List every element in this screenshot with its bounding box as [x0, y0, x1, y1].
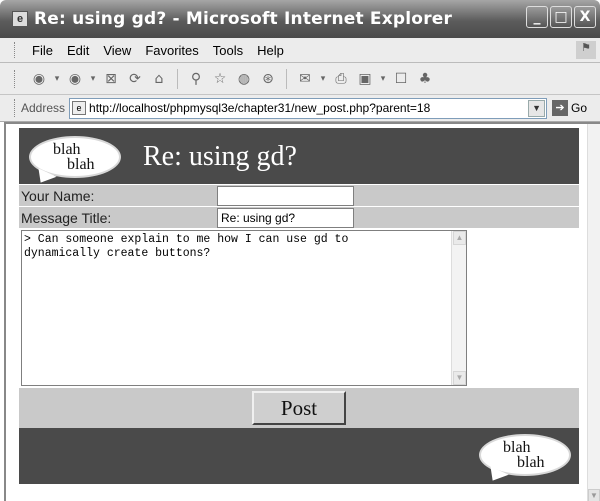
- menu-edit[interactable]: Edit: [60, 43, 96, 58]
- address-bar: Address e http://localhost/phpmysql3e/ch…: [0, 95, 600, 122]
- message-textarea[interactable]: [21, 230, 467, 386]
- address-url[interactable]: http://localhost/phpmysql3e/chapter31/ne…: [89, 101, 430, 115]
- chevron-down-icon[interactable]: ▼: [528, 99, 546, 117]
- address-label: Address: [21, 101, 66, 115]
- page-title: Re: using gd?: [143, 141, 297, 172]
- go-label: Go: [571, 101, 588, 115]
- menu-tools[interactable]: Tools: [206, 43, 250, 58]
- message-area: ▲ ▼: [19, 228, 579, 388]
- media-icon[interactable]: ◍: [232, 71, 256, 87]
- textarea-scrollbar[interactable]: ▲ ▼: [451, 231, 466, 385]
- scroll-down-icon[interactable]: ▼: [453, 371, 466, 385]
- discuss-icon[interactable]: ☐: [389, 71, 413, 87]
- address-field[interactable]: e http://localhost/phpmysql3e/chapter31/…: [69, 97, 548, 119]
- menu-bar: File Edit View Favorites Tools Help ⚑: [0, 38, 600, 63]
- message-side-space: [469, 228, 579, 388]
- windows-flag-icon: ⚑: [576, 41, 596, 59]
- window-titlebar: e Re: using gd? - Microsoft Internet Exp…: [0, 0, 600, 38]
- back-icon[interactable]: ◉: [27, 71, 51, 87]
- window-title: Re: using gd? - Microsoft Internet Explo…: [34, 9, 453, 29]
- window-controls: _ □ X: [526, 6, 596, 28]
- stop-icon[interactable]: ⊠: [99, 71, 123, 87]
- go-button[interactable]: ➔ Go: [552, 100, 587, 116]
- minimize-button[interactable]: _: [526, 6, 548, 28]
- edit-dropdown-icon[interactable]: ▾: [377, 74, 389, 84]
- post-button[interactable]: Post: [252, 391, 346, 425]
- history-icon[interactable]: ⊛: [256, 71, 280, 87]
- name-input[interactable]: [217, 185, 354, 206]
- edit-icon[interactable]: ▣: [353, 71, 377, 87]
- blah-logo: blah blah: [29, 136, 121, 188]
- page-footer: blah blah: [19, 428, 579, 486]
- web-page: blah blah Re: using gd? Your Name: Messa…: [19, 128, 579, 486]
- speech-tail: [485, 466, 509, 486]
- toolbar-separator: [286, 68, 287, 89]
- scroll-down-icon[interactable]: ▼: [588, 489, 600, 501]
- scroll-up-icon[interactable]: ▲: [453, 231, 466, 245]
- mail-icon[interactable]: ✉: [293, 71, 317, 87]
- page-scrollbar[interactable]: ▼: [587, 124, 600, 501]
- forward-dropdown-icon[interactable]: ▾: [87, 74, 99, 84]
- home-icon[interactable]: ⌂: [147, 71, 171, 87]
- name-label: Your Name:: [21, 187, 95, 204]
- go-arrow-icon: ➔: [552, 100, 569, 116]
- title-row: Message Title:: [19, 207, 579, 228]
- page-icon: e: [72, 101, 87, 115]
- page-header: blah blah Re: using gd?: [19, 128, 579, 188]
- name-row: Your Name:: [19, 185, 579, 206]
- ie-page-icon: e: [12, 11, 28, 27]
- title-label: Message Title:: [21, 209, 112, 226]
- blah-logo-footer: blah blah: [479, 434, 571, 486]
- back-dropdown-icon[interactable]: ▾: [51, 74, 63, 84]
- toolbar-grip: [14, 69, 17, 88]
- logo-line-2: blah: [67, 156, 95, 173]
- menu-file[interactable]: File: [25, 43, 60, 58]
- title-input[interactable]: [217, 207, 354, 228]
- post-row: Post: [19, 388, 579, 428]
- browser-viewport: blah blah Re: using gd? Your Name: Messa…: [4, 122, 600, 501]
- menu-favorites[interactable]: Favorites: [138, 43, 205, 58]
- forward-icon[interactable]: ◉: [63, 71, 87, 87]
- footer-logo-line-2: blah: [517, 454, 545, 471]
- menu-view[interactable]: View: [96, 43, 138, 58]
- menu-help[interactable]: Help: [250, 43, 291, 58]
- mail-dropdown-icon[interactable]: ▾: [317, 74, 329, 84]
- refresh-icon[interactable]: ⟳: [123, 71, 147, 87]
- messenger-icon[interactable]: ♣: [413, 71, 437, 87]
- close-button[interactable]: X: [574, 6, 596, 28]
- maximize-button[interactable]: □: [550, 6, 572, 28]
- print-icon[interactable]: ⎙: [329, 71, 353, 87]
- menu-grip: [14, 42, 17, 58]
- search-icon[interactable]: ⚲: [184, 71, 208, 87]
- standard-toolbar: ◉ ▾ ◉ ▾ ⊠ ⟳ ⌂ ⚲ ☆ ◍ ⊛ ✉ ▾ ⎙ ▣ ▾ ☐ ♣: [0, 63, 600, 95]
- favorites-icon[interactable]: ☆: [208, 71, 232, 87]
- toolbar-separator: [177, 68, 178, 89]
- address-grip: [14, 99, 17, 117]
